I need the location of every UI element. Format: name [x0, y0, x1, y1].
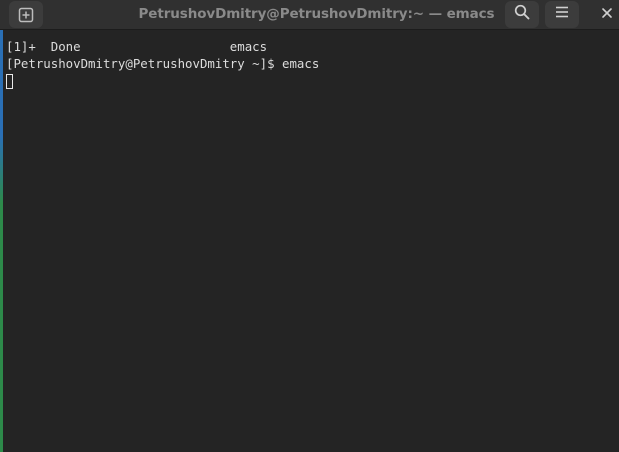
terminal-line-job-done: [1]+ Done emacs — [6, 39, 268, 54]
terminal-output[interactable]: [1]+ Done emacs [PetrushovDmitry@Petrush… — [3, 30, 619, 452]
terminal-current-line[interactable] — [6, 73, 619, 90]
new-tab-icon — [18, 7, 34, 23]
search-button[interactable] — [505, 1, 539, 28]
search-icon — [514, 4, 530, 25]
new-tab-button[interactable] — [9, 1, 43, 28]
terminal-window: PetrushovDmitry@PetrushovDmitry:~ — emac… — [0, 0, 619, 452]
menu-button[interactable] — [545, 1, 579, 28]
title-bar[interactable]: PetrushovDmitry@PetrushovDmitry:~ — emac… — [0, 0, 619, 30]
terminal-line-prompt: [PetrushovDmitry@PetrushovDmitry ~]$ ema… — [6, 56, 320, 72]
terminal-cursor — [6, 73, 13, 89]
close-icon — [601, 6, 613, 24]
hamburger-menu-icon — [554, 4, 570, 25]
close-button[interactable] — [596, 4, 618, 26]
